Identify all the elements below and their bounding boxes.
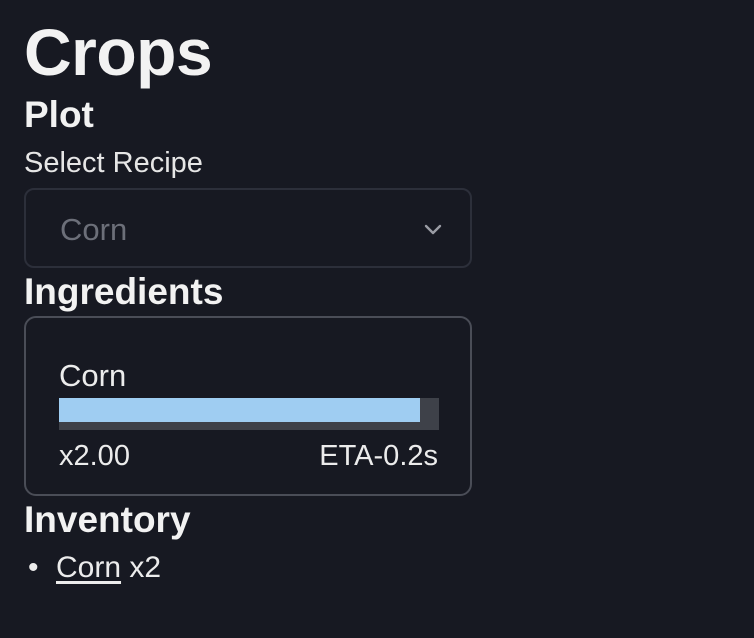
- chevron-down-icon: [424, 224, 442, 235]
- inventory-list: • Corn x2: [24, 550, 161, 586]
- ingredient-progress-bar: [59, 398, 439, 430]
- inventory-item-link[interactable]: Corn: [56, 551, 121, 584]
- ingredients-card: Corn x2.00 ETA-0.2s: [24, 316, 472, 496]
- ingredient-progress-fill: [59, 398, 420, 422]
- page-title: Crops: [24, 15, 213, 89]
- bullet-icon: •: [28, 551, 39, 584]
- recipe-select-value: Corn: [60, 212, 128, 247]
- ingredient-multiplier: x2.00: [59, 440, 130, 472]
- inventory-heading: Inventory: [24, 499, 191, 540]
- ingredient-name: Corn: [59, 358, 127, 393]
- inventory-item-count: x2: [129, 551, 162, 584]
- plot-heading: Plot: [24, 94, 94, 135]
- recipe-select[interactable]: Corn: [24, 188, 472, 268]
- ingredient-eta: ETA-0.2s: [319, 440, 438, 472]
- ingredients-heading: Ingredients: [24, 271, 224, 312]
- select-recipe-label: Select Recipe: [24, 147, 203, 179]
- inventory-item: • Corn x2: [24, 550, 161, 586]
